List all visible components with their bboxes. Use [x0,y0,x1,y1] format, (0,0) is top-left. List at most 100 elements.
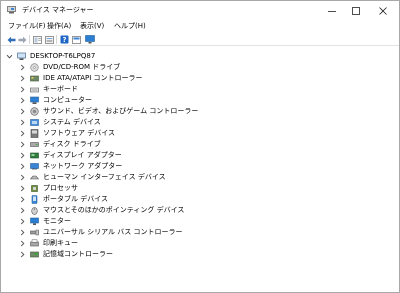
tree-root-label: DESKTOP-T6LPQ87 [30,52,96,60]
help-icon: ? [60,35,68,44]
tree-item-label: コンピューター [43,96,92,104]
expand-chevron-icon[interactable] [19,95,26,105]
expand-chevron-icon[interactable] [19,84,26,94]
menu-action[interactable]: 操作(A) [45,22,73,31]
tree-root[interactable]: DESKTOP-T6LPQ87 [6,51,95,61]
tree-item-disk-drives[interactable]: ディスク ドライブ [19,139,101,149]
tree-item-storage-controllers[interactable]: 記憶域コントローラー [19,249,113,259]
tree-item-label: マウスとそのほかのポインティング デバイス [43,206,185,214]
properties-view-icon [32,35,42,44]
close-button[interactable] [369,1,396,20]
device-manager-window: デバイス マネージャー ファイル(F) 操作(A) 表示(V) ヘルプ(H) ?… [0,0,400,293]
computer-icon [17,52,26,61]
tree-item-human-interface-devices[interactable]: ヒューマン インターフェイス デバイス [19,172,166,182]
scan-view-button[interactable] [71,35,81,44]
tree-item-processors[interactable]: プロセッサ [19,183,78,193]
window-title: デバイス マネージャー [22,6,94,14]
tree-item-label: モニター [43,217,71,225]
expand-chevron-icon[interactable] [19,183,26,193]
expand-chevron-icon[interactable] [19,238,26,248]
expand-chevron-icon[interactable] [19,249,26,259]
tree-item-label: プロセッサ [43,184,78,192]
back-button[interactable] [6,35,16,44]
tree-item-label: ソフトウェア デバイス [43,129,116,137]
tree-item-portable-devices[interactable]: ポータブル デバイス [19,194,108,204]
tree-item-label: キーボード [43,85,78,93]
tree-item-label: IDE ATA/ATAPI コントローラー [43,74,143,82]
monitor-button[interactable] [85,35,95,44]
menu-view[interactable]: 表示(V) [78,22,106,31]
expand-chevron-icon[interactable] [19,205,26,215]
device-manager-app-icon [7,6,16,14]
expand-chevron-icon[interactable] [19,161,26,171]
system-device-icon [30,118,39,127]
maximize-button[interactable] [342,1,369,20]
title-bar[interactable]: デバイス マネージャー [1,1,399,20]
expand-chevron-icon[interactable] [19,73,26,83]
dvd-drive-icon [30,62,39,72]
keyboard-icon [30,85,39,94]
expand-chevron-icon[interactable] [19,150,26,160]
tree-item-usb-controllers[interactable]: ユニバーサル シリアル バス コントローラー [19,227,182,237]
tree-item-label: ディスク ドライブ [43,140,101,148]
display-adapter-icon [30,151,39,160]
back-icon [7,36,15,43]
expand-chevron-icon[interactable] [19,62,26,72]
list-view-icon [44,35,54,44]
monitor-icon [30,217,39,226]
expand-chevron-icon[interactable] [19,227,26,237]
tree-item-mice[interactable]: マウスとそのほかのポインティング デバイス [19,205,184,215]
tree-item-label: ユニバーサル シリアル バス コントローラー [43,228,183,236]
tree-item-system-devices[interactable]: システム デバイス [19,117,101,127]
menu-file[interactable]: ファイル(F) [6,22,48,31]
disk-drive-icon [30,140,39,149]
expand-chevron-icon[interactable] [19,216,26,226]
tree-item-dvd-cd-rom[interactable]: DVD/CD-ROM ドライブ [19,62,120,72]
tree-item-print-queues[interactable]: 印刷キュー [19,238,78,248]
tree-item-label: 記憶域コントローラー [43,250,113,258]
tree-item-label: DVD/CD-ROM ドライブ [43,63,121,71]
expand-chevron-icon[interactable] [19,117,26,127]
forward-button[interactable] [17,35,27,44]
tree-item-label: ディスプレイ アダプター [43,151,122,159]
minimize-button[interactable] [318,1,345,20]
tree-item-monitors[interactable]: モニター [19,216,71,226]
minimize-icon [327,10,336,12]
toolbar-separator [56,35,57,44]
maximize-icon [351,6,360,15]
tree-item-label: 印刷キュー [43,239,78,247]
list-view-button[interactable] [44,35,54,44]
expand-chevron-icon[interactable] [19,172,26,182]
properties-view-button[interactable] [32,35,42,44]
tree-item-computer[interactable]: コンピューター [19,95,92,105]
hid-icon [30,173,39,182]
monitor-icon [85,35,95,44]
toolbar: ? [1,33,399,46]
mouse-icon [30,206,39,215]
forward-icon [18,36,26,43]
tree-item-label: システム デバイス [43,118,101,126]
network-adapter-icon [30,162,39,171]
tree-item-label: ポータブル デバイス [43,195,109,203]
close-icon [378,6,387,15]
storage-controller-icon [30,250,39,259]
help-button[interactable]: ? [59,35,69,44]
collapse-chevron-icon[interactable] [6,51,13,61]
menu-help[interactable]: ヘルプ(H) [112,22,148,31]
tree-item-display-adapters[interactable]: ディスプレイ アダプター [19,150,122,160]
ide-controller-icon [30,74,39,83]
speaker-icon [30,106,39,116]
usb-controller-icon [30,228,39,237]
computer-icon [30,96,39,105]
tree-item-keyboard[interactable]: キーボード [19,84,78,94]
tree-item-software-devices[interactable]: ソフトウェア デバイス [19,128,115,138]
tree-item-sound-video-game[interactable]: サウンド、ビデオ、およびゲーム コントローラー [19,106,198,116]
expand-chevron-icon[interactable] [19,194,26,204]
expand-chevron-icon[interactable] [19,128,26,138]
tree-item-network-adapters[interactable]: ネットワーク アダプター [19,161,122,171]
expand-chevron-icon[interactable] [19,139,26,149]
expand-chevron-icon[interactable] [19,106,26,116]
printer-icon [30,239,39,248]
tree-item-ide-ata-atapi[interactable]: IDE ATA/ATAPI コントローラー [19,73,143,83]
processor-icon [30,184,39,193]
